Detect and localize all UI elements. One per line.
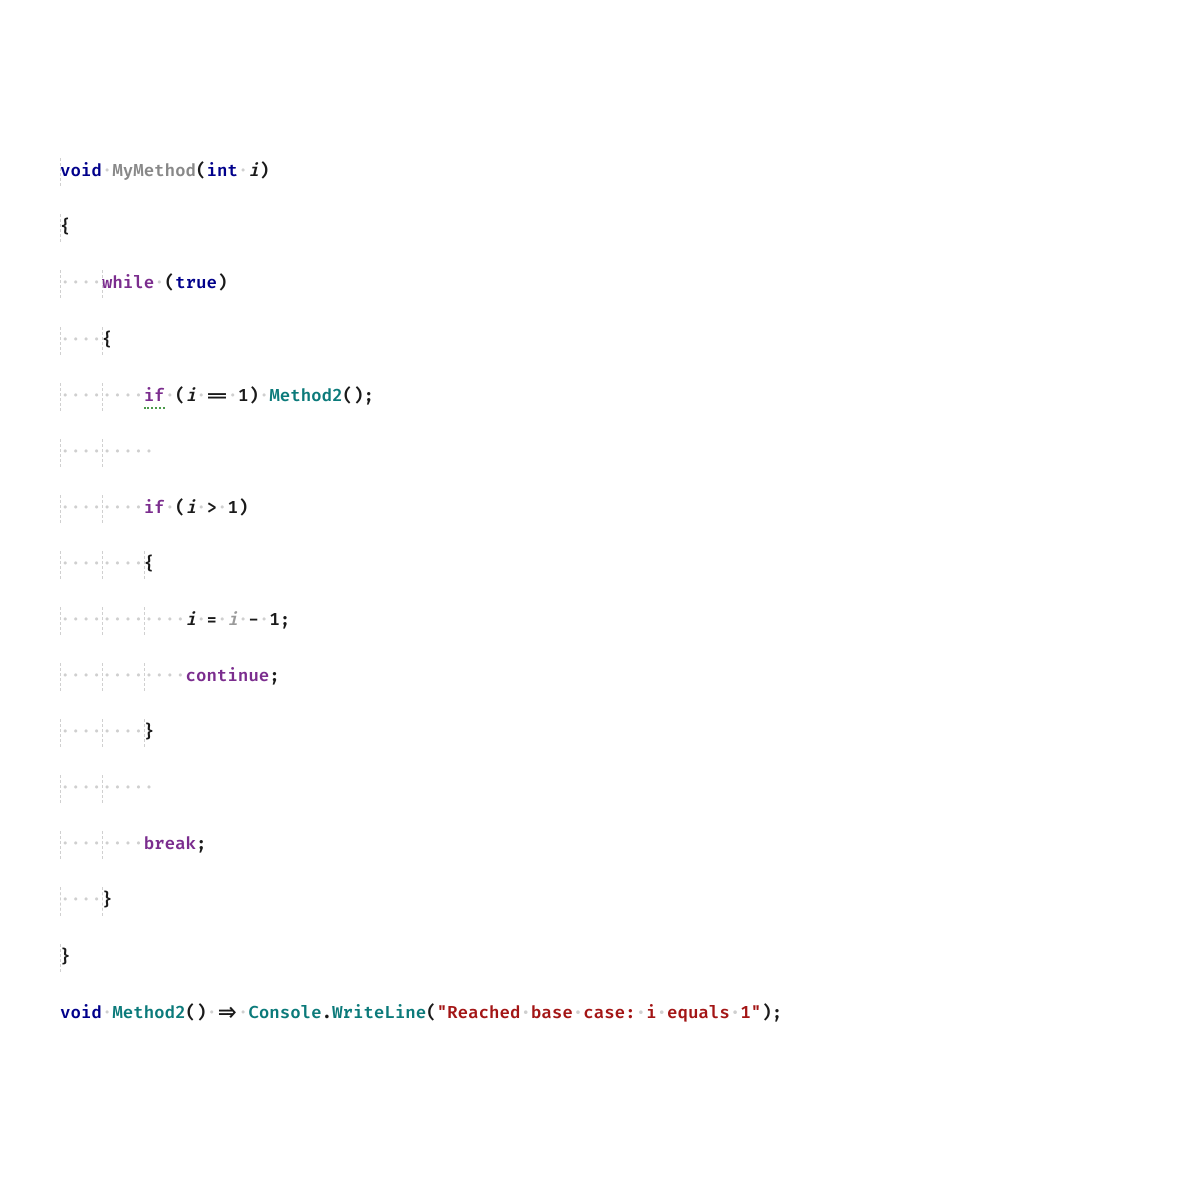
code-line: ····} [60,887,1200,915]
param-i: i [248,161,258,182]
code-line: ········} [60,719,1200,747]
code-line: ····while·(true) [60,270,1200,298]
code-line: ········· [60,775,1200,803]
code-line: ········if·(i·>·1) [60,495,1200,523]
method-call: Method2 [269,386,342,407]
method-name: MyMethod [112,161,196,182]
code-line: ········{ [60,551,1200,579]
method-name: Method2 [112,1003,185,1024]
op-minus: - [248,610,258,631]
lbrace: { [60,217,70,238]
keyword-continue: continue [186,666,270,687]
code-line: ········if·(i·==·1)·Method2(); [60,383,1200,411]
op-eq: == [207,386,228,407]
code-line: void·MyMethod(int·i) [60,158,1200,186]
keyword-int: int [207,161,238,182]
code-line: ········· [60,439,1200,467]
keyword-while: while [102,273,154,294]
code-line: ········break; [60,831,1200,859]
op-gt: > [207,498,217,519]
code-editor[interactable]: void·MyMethod(int·i) { ····while·(true) … [60,130,1200,1056]
code-line: } [60,944,1200,972]
op-assign: = [206,610,216,631]
string-literal: "Reached·base·case:·i·equals·1" [437,1003,762,1024]
lparen: ( [196,161,206,182]
keyword-break: break [144,834,196,855]
keyword-if: if [144,498,165,519]
type-console: Console [248,1003,321,1024]
method-writeline: WriteLine [332,1003,426,1024]
keyword-if-hinted: if [144,386,165,409]
code-line: ············continue; [60,663,1200,691]
op-arrow: => [217,1003,238,1024]
keyword-void: void [60,161,102,182]
rparen: ) [259,161,269,182]
literal-true: true [175,273,217,294]
whitespace-dot: · [102,161,112,182]
code-line: ····{ [60,327,1200,355]
code-line: { [60,214,1200,242]
code-line: void·Method2()·=>·Console.WriteLine("Rea… [60,1000,1200,1028]
code-line: ············i·=·i·-·1; [60,607,1200,635]
